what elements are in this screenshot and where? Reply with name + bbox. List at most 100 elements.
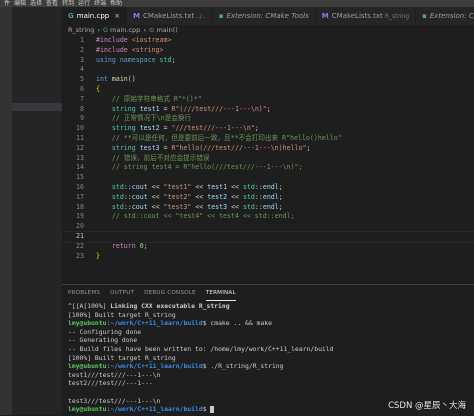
terminal-line: -- Generating done — [68, 336, 474, 345]
menu-item-3[interactable]: 查看 — [46, 0, 58, 7]
code-line: 18 std::cout << "test3" << test3 << std:… — [62, 203, 474, 213]
code-token: // **可以是任何，但是要前后一致，且**不会打印出来 R"hello()he… — [111, 133, 342, 142]
code-line: 2 #include <string> — [62, 46, 474, 56]
menu-item-7[interactable]: 帮助 — [110, 0, 122, 7]
terminal-line: [100%] Built target R_string — [68, 354, 474, 363]
code-token: :: — [123, 202, 132, 211]
terminal-text: ~/work/C++11_learn/build — [110, 405, 203, 414]
editor-tabs: Gmain.cpp × M CMakeLists.txt ../.. ▪ Extensio… — [62, 7, 474, 25]
menu-item-6[interactable]: 终端 — [94, 0, 106, 7]
terminal-line: -- Configuring done — [68, 328, 474, 337]
tab-path: ../.. — [194, 13, 206, 20]
panel-tab-debug-console[interactable]: DEBUG CONSOLE — [144, 285, 196, 302]
tab-label: Extension: C/C++ — [429, 12, 474, 20]
terminal-text: ~/work/C++11_learn/build — [110, 319, 203, 328]
code-token: test3 — [207, 202, 228, 211]
code-token: return — [111, 241, 140, 250]
code-token: << — [227, 192, 243, 201]
code-line: 20 — [62, 222, 474, 232]
cmake-file-icon: M — [321, 12, 329, 20]
breadcrumb: R_string › G main.cpp › ⊙ main() — [62, 25, 474, 36]
code-token: // 原始字符串格式 R"*()*" — [111, 94, 202, 103]
panel-tab-problems[interactable]: PROBLEMS — [68, 285, 100, 302]
menu-item-2[interactable]: 选择 — [30, 0, 42, 7]
tab-3[interactable]: M CMakeLists.txt R_string — [316, 7, 417, 25]
code-token: :: — [123, 192, 132, 201]
cmake-file-icon: M — [133, 12, 141, 20]
terminal-text: Linking CXX executable R_string — [110, 302, 230, 310]
code-line: 9 // 正常情况下\n是会换行 — [62, 114, 474, 124]
line-number: 17 — [76, 192, 84, 201]
code-token: #include — [96, 45, 132, 54]
breadcrumb-file[interactable]: main.cpp — [110, 26, 140, 34]
line-number: 10 — [76, 124, 84, 133]
terminal-text: lmy@ubuntu — [68, 319, 107, 328]
code-token: ; — [143, 241, 148, 250]
explorer-selected-item[interactable] — [12, 103, 62, 111]
panel-tab-output[interactable]: OUTPUT — [110, 285, 134, 302]
code-line: 22 return 0; — [62, 242, 474, 252]
code-text: // 正常情况下\n是会换行 — [96, 114, 191, 122]
code-text: // 错误，前后不对应会提示错误 — [96, 154, 210, 162]
extension-icon: ▪ — [218, 12, 224, 20]
code-token: ; — [278, 202, 283, 211]
code-line: 4 — [62, 65, 474, 75]
activity-bar — [0, 7, 12, 415]
code-token: test2 — [139, 124, 160, 133]
code-token: string — [111, 143, 140, 152]
code-line: 12 string test3 = R"hello(///test///---1… — [62, 144, 474, 154]
code-text: // std::cout << "test4" << test4 << std:… — [96, 212, 295, 220]
code-token: "///test///---1---\n" — [171, 124, 255, 133]
terminal-line: ^[[A[100%] Linking CXX executable R_stri… — [68, 302, 474, 311]
code-token: // std::cout << "test4" << test4 << std:… — [111, 212, 295, 221]
code-token: std — [111, 192, 124, 201]
menu-item-5[interactable]: 运行 — [78, 0, 90, 7]
terminal-line: test2///test///---1--- — [68, 379, 474, 388]
tab-2[interactable]: ▪ Extension: CMake Tools — [213, 7, 316, 25]
breadcrumb-folder[interactable]: R_string — [68, 26, 94, 34]
line-number: 14 — [76, 163, 84, 172]
code-line: 8 string test1 = R"(///test///---1---\n)… — [62, 105, 474, 115]
terminal-text: -- Configuring done — [68, 327, 142, 336]
code-token: <iostream> — [131, 36, 172, 44]
code-text: string test2 = "///test///---1---\n"; — [96, 124, 259, 132]
code-token: test1 — [207, 182, 228, 191]
code-line: 16 std::cout << "test1" << test1 << std:… — [62, 183, 474, 193]
breadcrumb-symbol[interactable]: main() — [156, 26, 177, 34]
code-token: cout — [131, 182, 148, 191]
code-token: R"hello(///test///---1---\n)hello" — [171, 143, 307, 152]
code-line: 3 using namespace std; — [62, 56, 474, 66]
breadcrumb-separator: › — [143, 26, 146, 34]
panel-tab-terminal[interactable]: TERMINAL — [205, 286, 236, 301]
tab-1[interactable]: M CMakeLists.txt ../.. — [127, 7, 213, 25]
code-editor[interactable]: 1 #include <iostream> 2 #include <string> 3 u… — [61, 36, 474, 284]
close-icon[interactable]: × — [114, 12, 120, 20]
code-token: cout — [131, 192, 148, 201]
tab-0[interactable]: Gmain.cpp × — [62, 7, 128, 25]
terminal[interactable]: ^[[A[100%] Linking CXX executable R_stri… — [62, 302, 474, 414]
terminal-text: ~/work/C++11_learn/build — [110, 362, 203, 371]
menu-item-1[interactable]: 编辑 — [14, 0, 26, 7]
code-text: // 原始字符串格式 R"*()*" — [96, 95, 202, 103]
code-line: 21 — [61, 230, 474, 243]
code-line: 15 — [62, 173, 474, 183]
line-number: 3 — [80, 55, 84, 64]
menu-item-4[interactable]: 转到 — [62, 0, 74, 7]
code-token: << — [147, 192, 164, 201]
cpp-file-icon: G — [68, 12, 74, 20]
code-text: #include <string> — [96, 46, 164, 54]
line-number: 4 — [80, 65, 84, 74]
menu-item-0[interactable]: 件 — [4, 0, 10, 7]
tab-4[interactable]: ▪Extension: C/C++ — [416, 7, 474, 25]
code-token: std — [242, 202, 255, 211]
code-text: // string test4 = R"hello(///test///---1… — [96, 163, 303, 171]
extension-icon: ▪ — [422, 12, 427, 20]
tab-label: CMakeLists.txt — [331, 12, 383, 20]
code-token: R"(///test///---1---\n)" — [171, 104, 267, 113]
terminal-text: [100%] Built target R_string — [68, 310, 176, 319]
